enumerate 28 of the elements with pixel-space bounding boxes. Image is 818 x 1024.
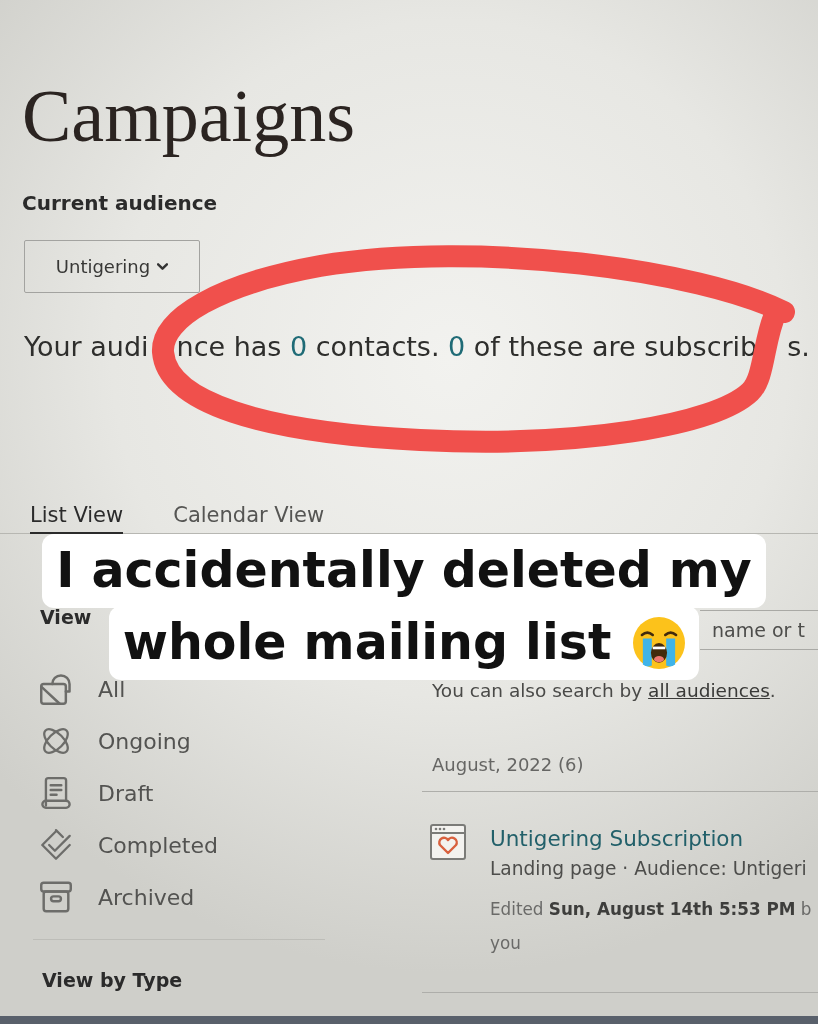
page-title: Campaigns (22, 76, 355, 156)
audience-summary-fragment: nce has 0 contacts. 0 of these are subscrib (176, 332, 758, 362)
view-tab[interactable]: Calendar View (173, 504, 325, 534)
audience-dropdown[interactable]: Untigering (24, 240, 200, 293)
audience-summary-fragment: s. (787, 332, 810, 362)
crossed-loops-icon (40, 725, 72, 757)
edited-info: Edited Sun, August 14th 5:53 PM b you (490, 898, 812, 955)
scroll-icon (40, 777, 72, 809)
search-hint: You can also search by all audiences. (432, 680, 776, 702)
sidebar-item[interactable]: Archived (33, 871, 195, 923)
campaign-details: Landing page · Audience: Untigeri (490, 858, 807, 880)
check-diamond-icon (40, 829, 72, 861)
sidebar-item[interactable]: Completed (33, 819, 218, 871)
archive-box-icon (40, 881, 72, 913)
view-by-type-heading: View by Type (42, 968, 183, 992)
view-heading: View (40, 605, 92, 629)
sidebar-item[interactable]: Ongoing (33, 715, 191, 767)
month-group-label: August, 2022 (6) (432, 754, 584, 776)
search-field[interactable]: name or t (700, 610, 818, 650)
all-audiences-link[interactable]: all audiences (648, 680, 770, 701)
campaign-title[interactable]: Untigering Subscription (490, 827, 744, 851)
audience-summary-fragment: Your audi (24, 332, 149, 362)
chevron-down-icon (157, 263, 169, 270)
shapes-icon (40, 673, 72, 705)
sidebar-item[interactable]: Draft (33, 767, 154, 819)
caption-text: I accidentally deleted my (56, 541, 752, 601)
audience-label: Current audience (22, 191, 218, 215)
crying-face-icon (633, 617, 686, 669)
